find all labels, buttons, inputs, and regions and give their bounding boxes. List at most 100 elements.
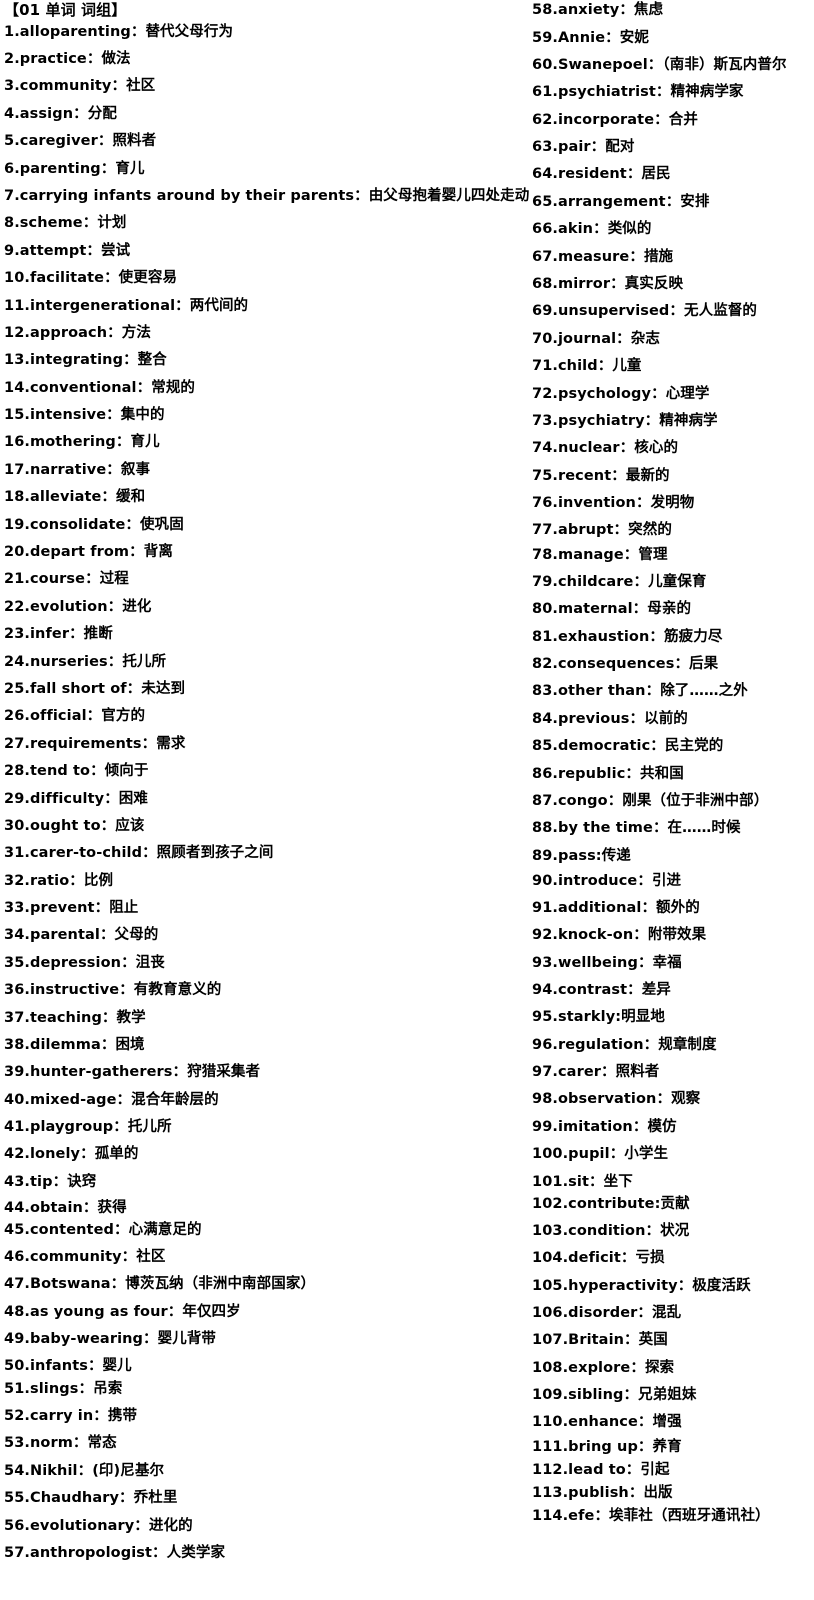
- vocab-entry: 4.assign：分配: [4, 106, 117, 122]
- vocab-entry: 64.resident：居民: [532, 166, 671, 182]
- vocab-entry: 35.depression：沮丧: [4, 955, 165, 971]
- vocab-entry: 98.observation：观察: [532, 1091, 701, 1107]
- vocab-entry: 55.Chaudhary：乔杜里: [4, 1490, 178, 1506]
- vocab-entry: 70.journal：杂志: [532, 331, 660, 347]
- vocab-entry: 71.child：儿童: [532, 358, 642, 374]
- vocab-entry: 36.instructive：有教育意义的: [4, 982, 222, 998]
- vocab-entry: 69.unsupervised：无人监督的: [532, 303, 758, 319]
- vocab-entry: 12.approach：方法: [4, 325, 151, 341]
- vocab-entry: 96.regulation：规章制度: [532, 1037, 717, 1053]
- vocab-entry: 44.obtain：获得: [4, 1200, 127, 1216]
- vocab-entry: 99.imitation：模仿: [532, 1119, 677, 1135]
- vocab-entry: 22.evolution：进化: [4, 599, 152, 615]
- vocab-entry: 47.Botswana：博茨瓦纳（非洲中南部国家）: [4, 1276, 316, 1292]
- vocab-entry: 21.course：过程: [4, 571, 129, 587]
- vocab-entry: 10.facilitate：使更容易: [4, 270, 178, 286]
- vocab-entry: 75.recent：最新的: [532, 468, 670, 484]
- vocab-entry: 9.attempt：尝试: [4, 243, 131, 259]
- vocab-entry: 112.lead to：引起: [532, 1462, 670, 1478]
- vocab-entry: 88.by the time：在……时候: [532, 820, 741, 836]
- vocab-entry: 33.prevent：阻止: [4, 900, 139, 916]
- vocab-entry: 56.evolutionary：进化的: [4, 1518, 193, 1534]
- vocab-entry: 1.alloparenting：替代父母行为: [4, 24, 234, 40]
- vocab-entry: 101.sit：坐下: [532, 1174, 633, 1190]
- vocab-entry: 93.wellbeing：幸福: [532, 955, 682, 971]
- vocab-entry: 67.measure：措施: [532, 249, 674, 265]
- vocab-entry: 103.condition：状况: [532, 1223, 690, 1239]
- vocab-entry: 23.infer：推断: [4, 626, 113, 642]
- vocab-entry: 8.scheme：计划: [4, 215, 127, 231]
- vocab-entry: 77.abrupt：突然的: [532, 522, 672, 538]
- vocab-entry: 57.anthropologist：人类学家: [4, 1545, 226, 1561]
- vocab-entry: 82.consequences：后果: [532, 656, 719, 672]
- vocab-entry: 52.carry in：携带: [4, 1408, 138, 1424]
- vocab-entry: 92.knock-on：附带效果: [532, 927, 707, 943]
- vocab-entry: 20.depart from：背离: [4, 544, 173, 560]
- vocab-entry: 59.Annie：安妮: [532, 30, 649, 46]
- vocab-entry: 27.requirements：需求: [4, 736, 186, 752]
- vocab-entry: 91.additional：额外的: [532, 900, 700, 916]
- vocab-entry: 43.tip：诀窍: [4, 1174, 97, 1190]
- vocab-entry: 102.contribute:贡献: [532, 1196, 690, 1212]
- vocab-entry: 49.baby-wearing：婴儿背带: [4, 1331, 217, 1347]
- vocab-entry: 54.Nikhil：(印)尼基尔: [4, 1463, 165, 1479]
- vocab-entry: 46.community：社区: [4, 1249, 166, 1265]
- vocab-entry: 24.nurseries：托儿所: [4, 654, 167, 670]
- vocab-entry: 79.childcare：儿童保育: [532, 574, 707, 590]
- vocab-entry: 89.pass:传递: [532, 848, 631, 864]
- vocab-entry: 19.consolidate：使巩固: [4, 517, 184, 533]
- vocab-entry: 95.starkly:明显地: [532, 1009, 665, 1025]
- vocab-entry: 85.democratic：民主党的: [532, 738, 724, 754]
- vocab-entry: 5.caregiver：照料者: [4, 133, 157, 149]
- vocab-entry: 72.psychology：心理学: [532, 386, 710, 402]
- vocab-entry: 41.playgroup：托儿所: [4, 1119, 172, 1135]
- vocab-entry: 62.incorporate：合并: [532, 112, 698, 128]
- vocab-entry: 29.difficulty：困难: [4, 791, 148, 807]
- vocab-entry: 18.alleviate：缓和: [4, 489, 146, 505]
- vocab-entry: 42.lonely：孤单的: [4, 1146, 139, 1162]
- vocab-entry: 60.Swanepoel：（南非）斯瓦内普尔: [532, 57, 787, 73]
- vocab-entry: 65.arrangement：安排: [532, 194, 710, 210]
- vocab-entry: 2.practice：做法: [4, 51, 131, 67]
- vocab-entry: 94.contrast：差异: [532, 982, 671, 998]
- vocab-entry: 110.enhance：增强: [532, 1414, 682, 1430]
- vocab-entry: 37.teaching：教学: [4, 1010, 146, 1026]
- vocab-entry: 73.psychiatry：精神病学: [532, 413, 718, 429]
- vocab-entry: 6.parenting：育儿: [4, 161, 145, 177]
- vocab-entry: 105.hyperactivity：极度活跃: [532, 1278, 751, 1294]
- vocab-entry: 17.narrative：叙事: [4, 462, 151, 478]
- vocab-entry: 13.integrating：整合: [4, 352, 167, 368]
- section-title: 【01 单词 词组】: [4, 1, 127, 19]
- vocab-entry: 3.community：社区: [4, 78, 156, 94]
- vocab-entry: 87.congo：刚果（位于非洲中部）: [532, 793, 769, 809]
- vocab-entry: 11.intergenerational：两代间的: [4, 298, 249, 314]
- vocab-entry: 80.maternal：母亲的: [532, 601, 692, 617]
- vocab-entry: 84.previous：以前的: [532, 711, 688, 727]
- vocab-entry: 26.official：官方的: [4, 708, 146, 724]
- vocab-entry: 68.mirror：真实反映: [532, 276, 684, 292]
- vocab-entry: 38.dilemma：困境: [4, 1037, 145, 1053]
- vocab-entry: 40.mixed-age：混合年龄层的: [4, 1092, 219, 1108]
- vocab-entry: 90.introduce：引进: [532, 873, 682, 889]
- vocab-entry: 25.fall short of：未达到: [4, 681, 186, 697]
- vocab-entry: 30.ought to：应该: [4, 818, 145, 834]
- vocab-entry: 109.sibling：兄弟姐妹: [532, 1387, 697, 1403]
- vocab-entry: 63.pair：配对: [532, 139, 635, 155]
- vocab-entry: 16.mothering：育儿: [4, 434, 160, 450]
- vocab-entry: 14.conventional：常规的: [4, 380, 196, 396]
- vocab-entry: 76.invention：发明物: [532, 495, 695, 511]
- vocab-entry: 58.anxiety：焦虑: [532, 2, 664, 18]
- vocab-entry: 104.deficit：亏损: [532, 1250, 665, 1266]
- vocab-entry: 86.republic：共和国: [532, 766, 684, 782]
- vocab-entry: 66.akin：类似的: [532, 221, 652, 237]
- vocab-entry: 61.psychiatrist：精神病学家: [532, 84, 744, 100]
- vocab-entry: 51.slings：吊索: [4, 1381, 123, 1397]
- vocab-entry: 7.carrying infants around by their paren…: [4, 188, 530, 204]
- vocab-entry: 100.pupil：小学生: [532, 1146, 669, 1162]
- vocab-entry: 31.carer-to-child：照顾者到孩子之间: [4, 845, 274, 861]
- vocab-entry: 107.Britain：英国: [532, 1332, 668, 1348]
- vocab-entry: 83.other than：除了……之外: [532, 683, 748, 699]
- vocab-entry: 50.infants：婴儿: [4, 1358, 132, 1374]
- vocab-entry: 114.efe：埃菲社（西班牙通讯社）: [532, 1508, 770, 1524]
- vocab-entry: 48.as young as four：年仅四岁: [4, 1304, 241, 1320]
